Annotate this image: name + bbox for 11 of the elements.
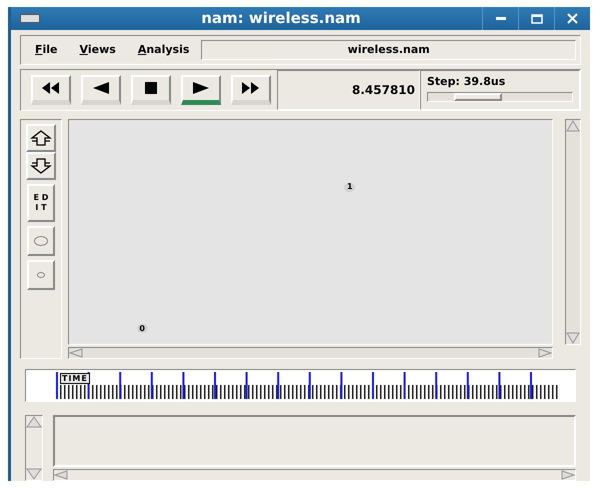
menu-item[interactable]: Views xyxy=(80,42,116,58)
time-display: 8.457810 xyxy=(277,70,420,110)
menu-item[interactable]: Analysis xyxy=(138,42,190,58)
network-node[interactable]: 1 xyxy=(344,182,356,192)
file-name-field: wireless.nam xyxy=(201,40,576,60)
window-title: nam: wireless.nam xyxy=(200,8,362,30)
time-marker[interactable]: TIME xyxy=(60,373,90,384)
step-label: Step: 39.8us xyxy=(427,74,506,90)
network-node[interactable]: 0 xyxy=(136,324,148,334)
edit-button[interactable]: E D I T xyxy=(27,184,55,222)
menu-item[interactable]: File xyxy=(35,42,58,58)
